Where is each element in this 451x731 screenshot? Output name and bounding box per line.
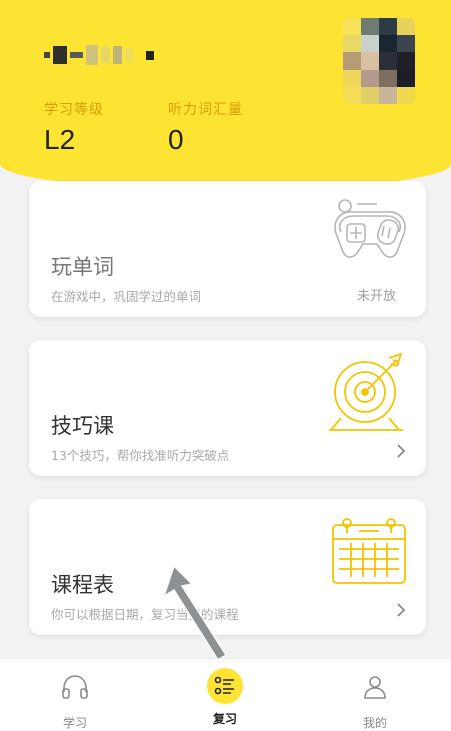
schedule-card[interactable]: 课程表 你可以根据日期，复习当天的课程: [29, 499, 426, 635]
tab-review[interactable]: 复习: [150, 659, 300, 731]
calendar-icon: [332, 518, 406, 584]
play-words-card[interactable]: 玩单词 在游戏中，巩固学过的单词 未开放: [29, 181, 426, 317]
username-pixelated: [44, 40, 155, 70]
gamepad-icon: [334, 199, 406, 258]
card-subtitle: 13个技巧，帮你找准听力突破点: [51, 448, 230, 463]
headphones-icon: [60, 672, 90, 702]
tab-label: 复习: [212, 712, 237, 726]
profile-header: 学习等级 L2 听力词汇量 0: [0, 0, 451, 190]
level-label: 学习等级: [44, 102, 104, 118]
person-icon: [360, 672, 390, 702]
chevron-right-icon[interactable]: [394, 442, 408, 460]
avatar[interactable]: [343, 18, 415, 104]
card-title: 课程表: [51, 573, 114, 597]
tab-label: 我的: [362, 716, 387, 730]
tab-me[interactable]: 我的: [300, 659, 450, 731]
tab-study[interactable]: 学习: [0, 659, 150, 731]
chevron-right-icon[interactable]: [394, 601, 408, 619]
target-icon: [329, 352, 403, 431]
bottom-tab-bar: 学习 复习 我的: [0, 658, 451, 731]
status-badge: 未开放: [356, 289, 396, 304]
tab-label: 学习: [62, 716, 87, 730]
card-subtitle: 在游戏中，巩固学过的单词: [51, 289, 202, 304]
skill-lessons-card[interactable]: 技巧课 13个技巧，帮你找准听力突破点: [29, 340, 426, 476]
review-list-icon: [207, 668, 243, 704]
vocab-value: 0: [168, 124, 184, 155]
vocab-label: 听力词汇量: [168, 102, 243, 118]
level-value: L2: [44, 124, 76, 155]
card-title: 玩单词: [51, 255, 114, 279]
card-title: 技巧课: [51, 414, 114, 438]
card-subtitle: 你可以根据日期，复习当天的课程: [51, 607, 239, 622]
